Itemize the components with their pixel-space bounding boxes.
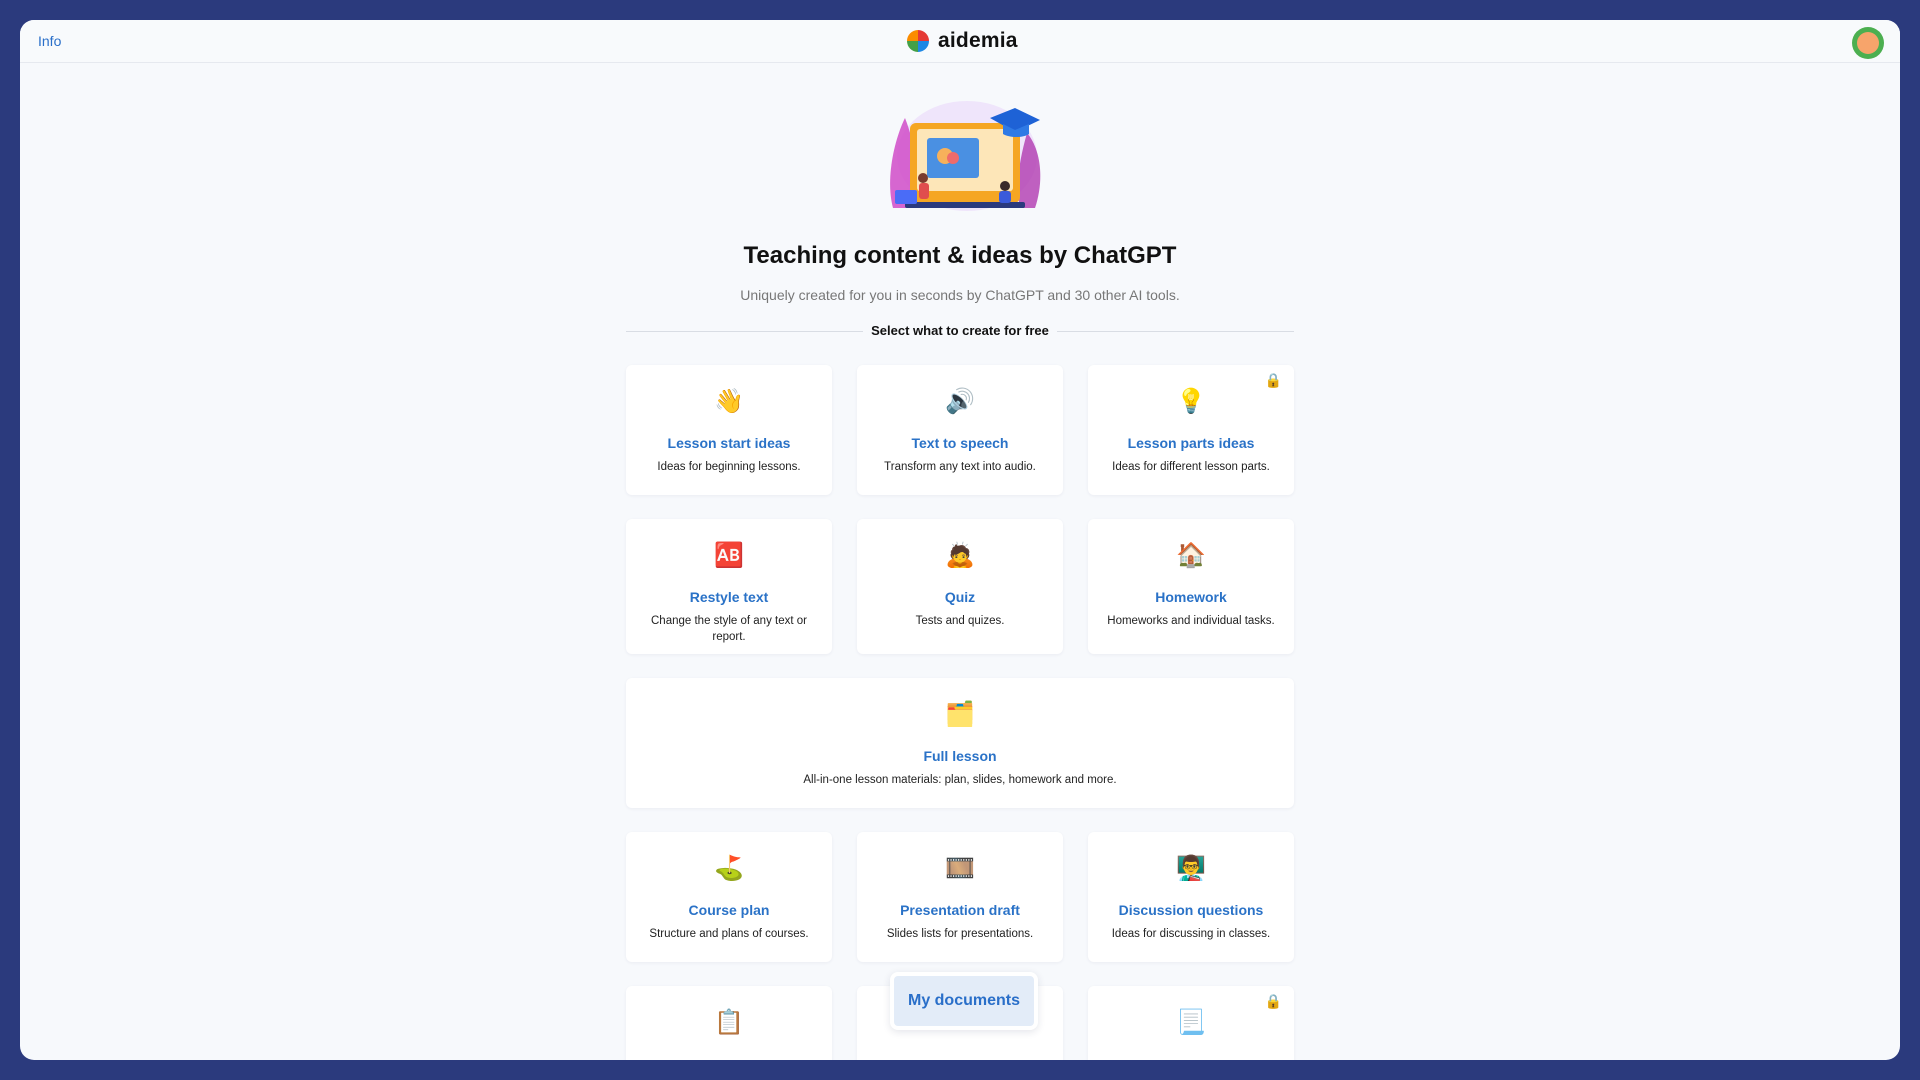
light-bulb-icon: 💡	[1176, 388, 1206, 415]
card-discussion-questions[interactable]: 👨‍🏫 Discussion questions Ideas for discu…	[1088, 832, 1294, 962]
teacher-icon: 👨‍🏫	[1176, 855, 1206, 882]
bowing-person-icon: 🙇	[945, 542, 975, 569]
card-title: Text to speech	[911, 435, 1009, 451]
info-link[interactable]: Info	[38, 33, 61, 49]
my-documents-button[interactable]: My documents	[890, 972, 1038, 1030]
page-subtitle: Uniquely created for you in seconds by C…	[740, 287, 1180, 303]
card-lesson-start-ideas[interactable]: 👋 Lesson start ideas Ideas for beginning…	[626, 365, 832, 495]
section-label-text: Select what to create for free	[863, 323, 1057, 338]
card-title: Quiz	[944, 589, 976, 605]
waving-hand-icon: 👋	[714, 388, 744, 415]
film-frames-icon: 🎞️	[945, 855, 975, 882]
card-restyle-text[interactable]: 🆎 Restyle text Change the style of any t…	[626, 519, 832, 654]
card-title: Restyle text	[689, 589, 769, 605]
page-title: Teaching content & ideas by ChatGPT	[743, 242, 1177, 269]
house-icon: 🏠	[1176, 542, 1206, 569]
card-description: Change the style of any text or report.	[651, 615, 807, 643]
card-title: Presentation draft	[900, 902, 1020, 918]
card-description: Ideas for different lesson parts.	[1112, 461, 1270, 473]
ab-button-icon: 🆎	[714, 542, 744, 569]
card-title: Discussion questions	[1118, 902, 1264, 918]
card-title: Homework	[1155, 589, 1227, 605]
card-description: Tests and quizes.	[915, 615, 1005, 627]
card-description: Transform any text into audio.	[884, 461, 1036, 473]
card-description: Structure and plans of courses.	[649, 928, 809, 940]
card-homework[interactable]: 🏠 Homework Homeworks and individual task…	[1088, 519, 1294, 654]
app-window: Info aidemia Teaching content & ideas by…	[20, 20, 1900, 1060]
user-avatar[interactable]	[1852, 27, 1884, 59]
golf-flag-icon: ⛳	[714, 855, 744, 882]
card-title: Lesson parts ideas	[1127, 435, 1255, 451]
clipboard-icon: 📋	[714, 1009, 744, 1036]
card-description: Slides lists for presentations.	[886, 928, 1034, 940]
aidemia-logo-icon	[907, 30, 929, 52]
folder-icon: 🗂️	[945, 701, 975, 728]
card-full-lesson[interactable]: 🗂️ Full lesson All-in-one lesson materia…	[626, 678, 1294, 808]
section-label: Select what to create for free	[20, 323, 1900, 338]
brand-logo[interactable]: aidemia	[906, 29, 1018, 53]
hero-illustration	[890, 101, 1041, 211]
page-icon: 📃	[1176, 1009, 1206, 1036]
card-title: Course plan	[688, 902, 770, 918]
avatar-face-icon	[1857, 32, 1879, 54]
card-presentation-draft[interactable]: 🎞️ Presentation draft Slides lists for p…	[857, 832, 1063, 962]
card-lesson-parts-ideas[interactable]: 🔒 💡 Lesson parts ideas Ideas for differe…	[1088, 365, 1294, 495]
brand-name: aidemia	[938, 29, 1018, 52]
speaker-icon: 🔊	[945, 388, 975, 415]
card-title: Full lesson	[923, 748, 997, 764]
card-course-plan[interactable]: ⛳ Course plan Structure and plans of cou…	[626, 832, 832, 962]
card-description: All-in-one lesson materials: plan, slide…	[803, 774, 1117, 786]
card-quiz[interactable]: 🙇 Quiz Tests and quizes.	[857, 519, 1063, 654]
card-description: Ideas for discussing in classes.	[1111, 928, 1271, 940]
top-bar: Info aidemia	[20, 20, 1900, 63]
card-title: Lesson start ideas	[667, 435, 791, 451]
card-document[interactable]: 🔒 📃	[1088, 986, 1294, 1060]
card-clipboard[interactable]: 📋	[626, 986, 832, 1060]
card-text-to-speech[interactable]: 🔊 Text to speech Transform any text into…	[857, 365, 1063, 495]
card-description: Homeworks and individual tasks.	[1107, 615, 1275, 627]
card-description: Ideas for beginning lessons.	[657, 461, 801, 473]
